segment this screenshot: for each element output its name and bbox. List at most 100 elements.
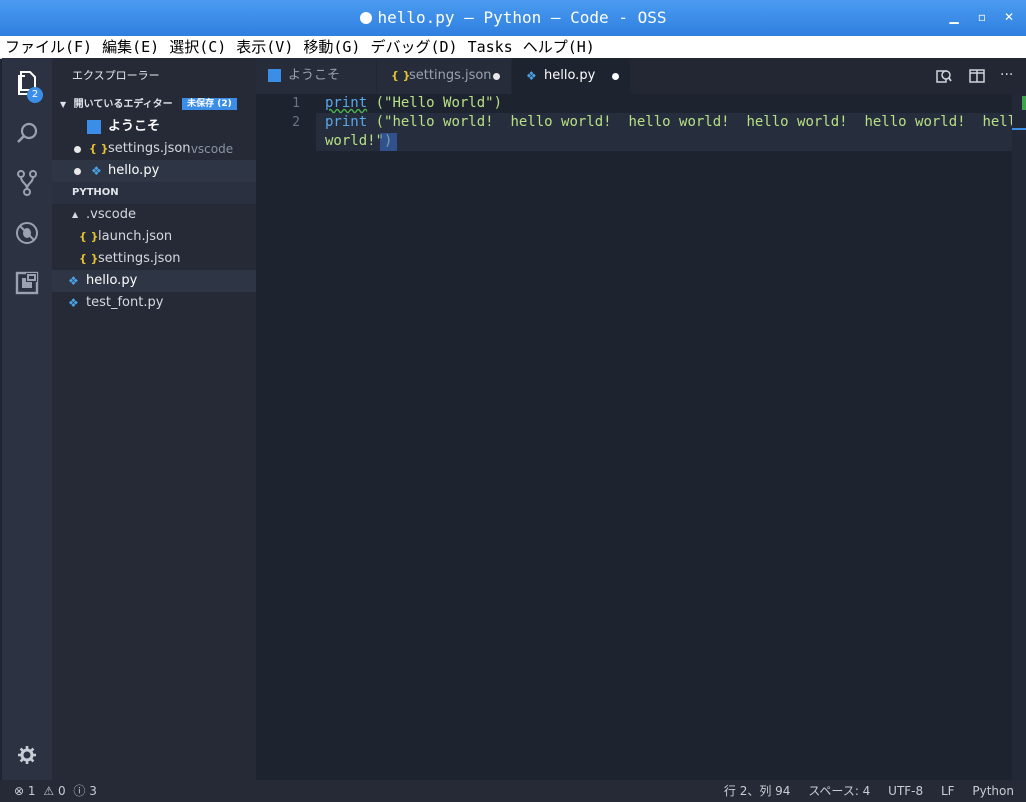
unsaved-dot-icon — [74, 146, 81, 153]
python-file-icon: ❖ — [68, 274, 79, 288]
warning-icon: ⚠ — [43, 784, 55, 798]
open-editor-item[interactable]: { } settings.json .vscode — [52, 138, 256, 160]
open-editors-label: 開いているエディター — [73, 99, 173, 110]
json-file-icon: { } — [79, 230, 99, 243]
file-item[interactable]: ❖ hello.py — [52, 270, 256, 292]
python-file-icon: ❖ — [526, 69, 537, 83]
settings-gear-icon[interactable] — [2, 733, 52, 777]
project-header[interactable]: PYTHON — [52, 182, 256, 204]
info-icon: ⓘ — [73, 784, 86, 798]
collapse-chevron-icon: ▼ — [60, 100, 67, 109]
more-actions-icon[interactable]: ··· — [1000, 68, 1013, 82]
menu-view[interactable]: 表示(V) — [231, 36, 298, 58]
python-file-icon: ❖ — [68, 296, 79, 310]
file-name: hello.py — [86, 273, 138, 288]
debug-icon[interactable] — [2, 211, 52, 255]
scrollbar-cursor-marker — [1012, 128, 1026, 130]
unsaved-dot-icon — [359, 12, 372, 24]
source-control-icon[interactable] — [2, 161, 52, 205]
info-count: 3 — [89, 784, 97, 798]
unsaved-dot-icon — [74, 168, 81, 175]
python-file-icon: ❖ — [91, 164, 102, 178]
file-name: settings.json — [98, 251, 181, 266]
bracket-match-highlight — [380, 133, 397, 151]
minimize-icon[interactable]: ▁ — [946, 9, 962, 25]
menu-debug[interactable]: デバッグ(D) — [365, 36, 462, 58]
menu-go[interactable]: 移動(G) — [298, 36, 365, 58]
problems-indicator[interactable]: ⊗ 1 ⚠ 0 ⓘ 3 — [14, 780, 97, 802]
tab-settings-json[interactable]: { } settings.json — [377, 58, 511, 94]
code-keyword: print — [325, 114, 368, 130]
menu-help[interactable]: ヘルプ(H) — [518, 36, 600, 58]
menu-file[interactable]: ファイル(F) — [0, 36, 97, 58]
line-number: 1 — [292, 96, 300, 111]
open-editors-header[interactable]: ▼ 開いているエディター 未保存 (2) — [52, 94, 256, 116]
scrollbar-change-marker — [1022, 96, 1026, 110]
window-title-bar: hello.py — Python — Code - OSS ▁ ▫ ✕ — [0, 0, 1026, 36]
welcome-icon — [87, 120, 101, 134]
open-editor-name: hello.py — [108, 163, 160, 178]
code-line[interactable]: print ("hello world! hello world! hello … — [325, 114, 1025, 130]
line-number: 2 — [292, 115, 300, 130]
search-icon[interactable] — [2, 111, 52, 155]
tab-label: settings.json — [409, 68, 492, 83]
open-editor-hint: .vscode — [187, 142, 234, 156]
encoding[interactable]: UTF-8 — [888, 784, 923, 798]
split-editor-icon[interactable] — [969, 68, 985, 84]
folder-name: .vscode — [86, 207, 136, 222]
code-keyword: print — [325, 95, 368, 111]
tab-welcome[interactable]: ようこそ — [256, 58, 376, 94]
file-item[interactable]: { } launch.json — [52, 226, 256, 248]
open-editor-item[interactable]: ようこそ — [52, 116, 256, 138]
indentation[interactable]: スペース: 4 — [808, 784, 870, 798]
tab-hello-py[interactable]: ❖ hello.py — [512, 58, 630, 94]
window-title: hello.py — Python — Code - OSS — [0, 8, 1026, 27]
unsaved-dot-icon[interactable] — [612, 73, 619, 80]
collapse-chevron-icon: ▲ — [72, 210, 79, 219]
file-name: launch.json — [98, 229, 173, 244]
warning-count: 0 — [57, 784, 66, 798]
open-editor-name: settings.json — [108, 141, 191, 156]
json-file-icon: { } — [391, 69, 411, 82]
activity-bar: 2 — [2, 58, 52, 780]
menu-tasks[interactable]: Tasks — [463, 36, 518, 58]
unsaved-badge: 未保存 (2) — [182, 98, 237, 110]
project-label: PYTHON — [72, 187, 119, 198]
file-item[interactable]: { } settings.json — [52, 248, 256, 270]
menu-bar: ファイル(F) 編集(E) 選択(C) 表示(V) 移動(G) デバッグ(D) … — [0, 36, 1026, 59]
menu-selection[interactable]: 選択(C) — [164, 36, 231, 58]
end-of-line[interactable]: LF — [941, 784, 955, 798]
explorer-sidebar: エクスプローラー ▼ 開いているエディター 未保存 (2) ようこそ { } s… — [52, 58, 256, 780]
explorer-badge: 2 — [27, 87, 43, 103]
json-file-icon: { } — [79, 252, 99, 265]
scrollbar[interactable] — [1012, 94, 1026, 780]
open-editor-item[interactable]: ❖ hello.py — [52, 160, 256, 182]
error-icon: ⊗ — [14, 784, 25, 798]
tab-label: ようこそ — [288, 68, 341, 83]
maximize-icon[interactable]: ▫ — [974, 9, 990, 25]
json-file-icon: { } — [89, 142, 109, 155]
file-name: test_font.py — [86, 295, 164, 310]
open-changes-icon[interactable] — [936, 68, 952, 84]
code-text: ("hello world! hello world! hello world!… — [367, 114, 1025, 130]
explorer-icon[interactable]: 2 — [2, 61, 52, 105]
error-count: 1 — [27, 784, 36, 798]
code-editor[interactable]: 1 2 print ("Hello World") print ("hello … — [256, 94, 1026, 780]
welcome-icon — [268, 69, 281, 82]
editor-tab-bar: ようこそ { } settings.json ❖ hello.py ··· — [256, 58, 1026, 94]
status-bar: ⊗ 1 ⚠ 0 ⓘ 3 行 2、列 94 スペース: 4 UTF-8 LF Py… — [0, 780, 1026, 802]
code-line[interactable]: print ("Hello World") — [325, 95, 502, 111]
code-text: ("Hello World") — [367, 95, 503, 111]
cursor-position[interactable]: 行 2、列 94 — [724, 784, 791, 798]
folder-item[interactable]: ▲ .vscode — [52, 204, 256, 226]
close-icon[interactable]: ✕ — [1001, 9, 1017, 25]
tab-label: hello.py — [544, 68, 596, 83]
file-item[interactable]: ❖ test_font.py — [52, 292, 256, 314]
menu-edit[interactable]: 編集(E) — [97, 36, 164, 58]
unsaved-dot-icon[interactable] — [493, 73, 500, 80]
extensions-icon[interactable] — [2, 261, 52, 305]
language-mode[interactable]: Python — [972, 784, 1014, 798]
explorer-title: エクスプローラー — [72, 69, 160, 82]
status-right-items: 行 2、列 94 スペース: 4 UTF-8 LF Python — [710, 780, 1014, 802]
open-editor-name: ようこそ — [108, 119, 161, 134]
